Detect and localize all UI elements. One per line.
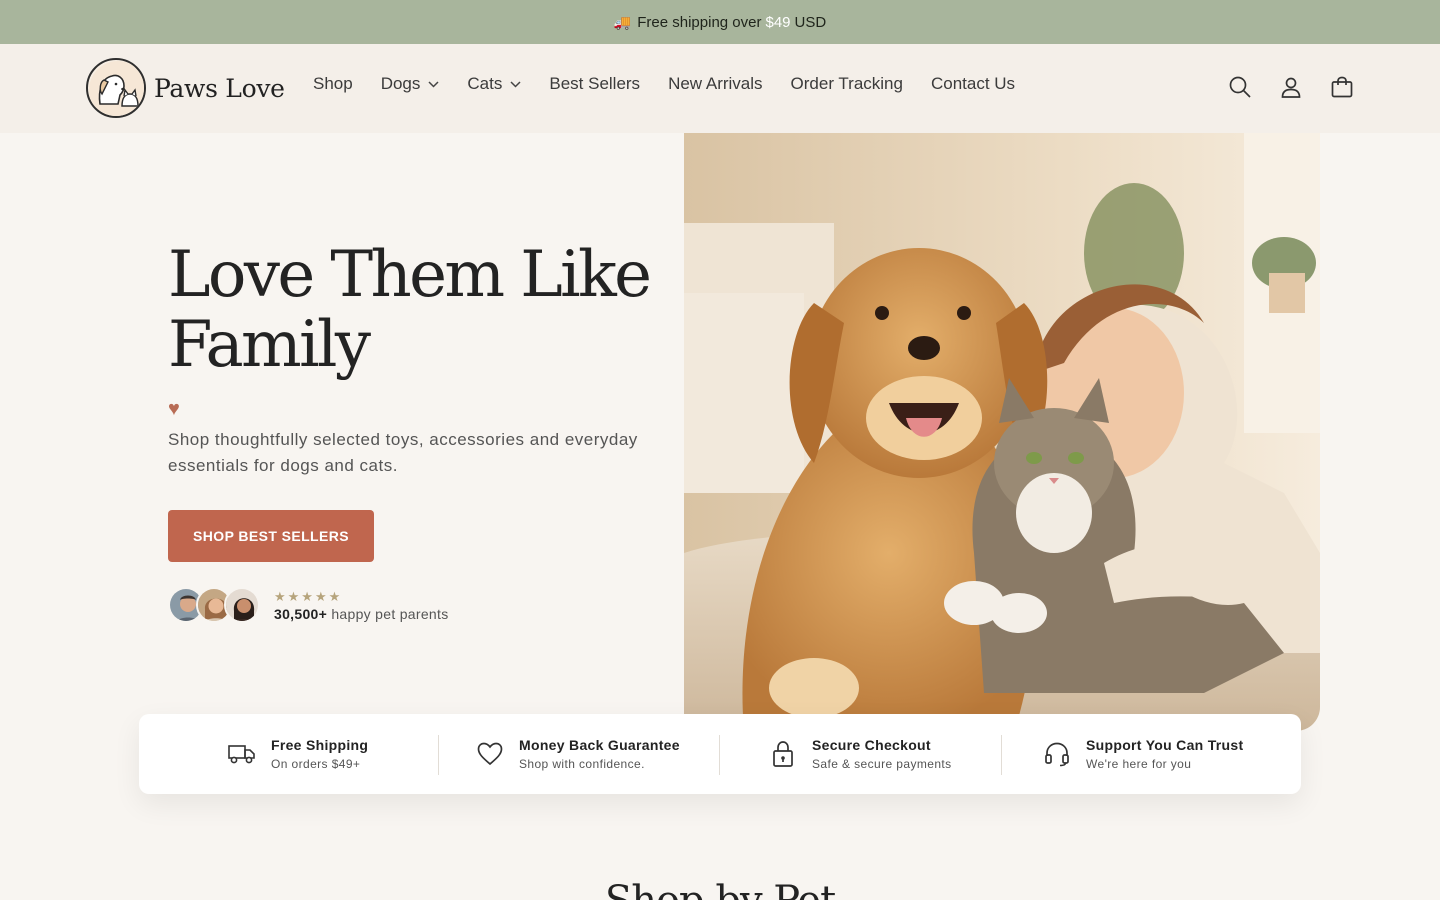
hero-content: Love Them Like Family ♥ Shop thoughtfull…: [168, 240, 668, 479]
trust-bar: Free Shipping On orders $49+ Money Back …: [139, 714, 1301, 794]
hero-title: Love Them Like Family: [168, 238, 652, 382]
rating-stars: ★★★★★: [274, 588, 343, 604]
announcement-suffix: USD: [794, 13, 827, 31]
search-icon[interactable]: [1226, 73, 1254, 101]
nav-label: New Arrivals: [668, 74, 763, 93]
account-icon[interactable]: [1277, 73, 1305, 101]
cart-icon[interactable]: [1328, 73, 1356, 101]
avatar-group: [168, 587, 260, 623]
nav-item-dogs[interactable]: Dogs: [381, 74, 440, 94]
divider: [1001, 735, 1002, 775]
shop-best-sellers-button[interactable]: SHOP BEST SELLERS: [168, 510, 374, 562]
truck-icon: [227, 739, 257, 769]
heart-icon: ♥: [168, 398, 180, 420]
nav-label: Shop: [313, 74, 353, 93]
shop-by-pet-heading: Shop by Pet: [0, 878, 1440, 900]
logo-dog-cat-icon: [86, 58, 146, 118]
nav-item-contact-us[interactable]: Contact Us: [931, 74, 1015, 94]
nav-label: Cats: [467, 74, 503, 93]
announcement-bar: 🚚 Free shipping over $49 USD: [0, 0, 1440, 44]
trust-subtitle: On orders $49+: [271, 757, 361, 771]
brand-name: Paws Love: [154, 73, 285, 103]
chevron-down-icon: [428, 80, 439, 88]
nav-item-order-tracking[interactable]: Order Tracking: [791, 74, 903, 94]
trust-item-money-back: Money Back Guarantee Shop with confidenc…: [475, 714, 680, 794]
trust-subtitle: We're here for you: [1086, 757, 1192, 771]
chevron-down-icon: [510, 80, 521, 88]
heart-icon: [475, 739, 505, 769]
trust-text: Free Shipping On orders $49+: [271, 737, 368, 771]
truck-emoji-icon: 🚚: [613, 13, 632, 30]
headset-icon: [1042, 739, 1072, 769]
avatar: [224, 587, 260, 623]
divider: [438, 735, 439, 775]
nav-label: Dogs: [380, 74, 421, 93]
trust-item-support: Support You Can Trust We're here for you: [1042, 714, 1243, 794]
brand-logo[interactable]: Paws Love: [86, 58, 285, 118]
trust-title: Support You Can Trust: [1086, 737, 1244, 753]
parents-count: 30,500+: [274, 605, 328, 622]
trust-item-secure-checkout: Secure Checkout Safe & secure payments: [768, 714, 952, 794]
trust-item-free-shipping: Free Shipping On orders $49+: [227, 714, 368, 794]
divider: [719, 735, 720, 775]
nav-label: Contact Us: [930, 74, 1016, 93]
site-header: Paws Love Shop Dogs Cats Best Sellers Ne…: [0, 44, 1440, 133]
parents-label: happy pet parents: [331, 605, 449, 622]
nav-label: Best Sellers: [549, 74, 641, 93]
nav-label: Order Tracking: [790, 74, 903, 93]
social-proof: ★★★★★ 30,500+ happy pet parents: [168, 587, 449, 623]
announcement-prefix: Free shipping over: [637, 13, 762, 31]
trust-text: Money Back Guarantee Shop with confidenc…: [519, 737, 680, 771]
main-nav: Shop Dogs Cats Best Sellers New Arrivals…: [299, 74, 1043, 94]
trust-text: Secure Checkout Safe & secure payments: [812, 737, 952, 771]
header-actions: [1203, 73, 1356, 101]
nav-item-new-arrivals[interactable]: New Arrivals: [668, 74, 762, 94]
trust-text: Support You Can Trust We're here for you: [1086, 737, 1243, 771]
trust-title: Free Shipping: [271, 737, 369, 753]
lock-icon: [768, 739, 798, 769]
nav-item-best-sellers[interactable]: Best Sellers: [549, 74, 640, 94]
announcement-price: $49: [765, 13, 791, 31]
hero-image: [684, 133, 1320, 731]
trust-subtitle: Safe & secure payments: [812, 757, 952, 771]
hero-subtitle: Shop thoughtfully selected toys, accesso…: [168, 430, 638, 475]
nav-item-shop[interactable]: Shop: [313, 74, 353, 94]
trust-subtitle: Shop with confidence.: [519, 757, 645, 771]
trust-title: Money Back Guarantee: [519, 737, 680, 753]
happy-parents-text: 30,500+ happy pet parents: [274, 606, 449, 622]
trust-title: Secure Checkout: [812, 737, 931, 753]
rating-block: ★★★★★ 30,500+ happy pet parents: [274, 589, 449, 622]
nav-item-cats[interactable]: Cats: [467, 74, 521, 94]
